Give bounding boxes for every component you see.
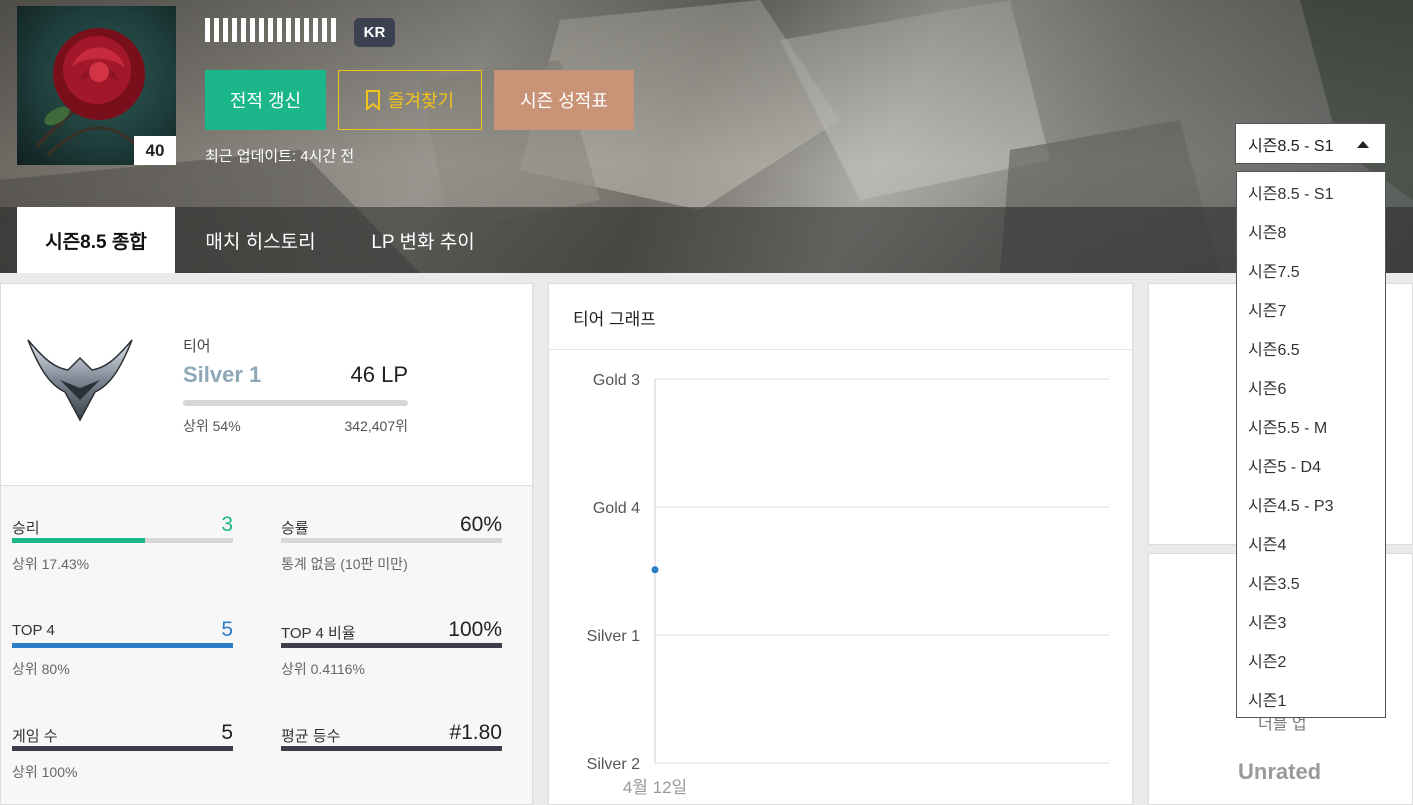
season-option[interactable]: 시즌8.5 - S1 (1237, 172, 1385, 211)
silver-tier-emblem (27, 339, 133, 422)
stat-value: 100% (448, 618, 502, 641)
tier-rank: 342,407위 (344, 418, 409, 434)
season-select[interactable]: 시즌8.5 - S1 (1235, 123, 1386, 164)
summoner-name-redacted (205, 17, 336, 43)
tab-season-summary[interactable]: 시즌8.5 종합 (17, 207, 175, 273)
stat-bar (12, 538, 233, 543)
stat-bar (12, 746, 233, 751)
region-badge: KR (354, 18, 395, 47)
stat-label: 승률 (281, 520, 309, 537)
favorite-button[interactable]: 즐겨찾기 (338, 70, 482, 130)
season-option[interactable]: 시즌3.5 (1237, 562, 1385, 601)
stat-bar (12, 643, 233, 648)
bookmark-icon (365, 90, 380, 110)
season-option[interactable]: 시즌2 (1237, 640, 1385, 679)
season-option[interactable]: 시즌5 - D4 (1237, 445, 1385, 484)
season-option[interactable]: 시즌1 (1237, 679, 1385, 718)
season-option[interactable]: 시즌7 (1237, 289, 1385, 328)
profile-icon: 40 (17, 6, 176, 165)
tier-name: Silver 1 (183, 362, 262, 387)
renew-button[interactable]: 전적 갱신 (205, 70, 326, 130)
y-tick-label: Silver 2 (587, 756, 640, 773)
season-select-value: 시즌8.5 - S1 (1248, 137, 1334, 155)
y-tick-label: Gold 3 (593, 372, 640, 389)
stat-bar-fill (12, 538, 145, 543)
season-option[interactable]: 시즌4.5 - P3 (1237, 484, 1385, 523)
stat-value: 5 (221, 618, 233, 641)
season-option[interactable]: 시즌6 (1237, 367, 1385, 406)
stat-value: 3 (221, 513, 233, 536)
season-option[interactable]: 시즌3 (1237, 601, 1385, 640)
stat-label: TOP 4 (12, 622, 55, 639)
double-up-rating: Unrated (1238, 759, 1322, 784)
season-dropdown-list: 시즌8.5 - S1 시즌8 시즌7.5 시즌7 시즌6.5 시즌6 시즌5.5 - M 시즌… (1236, 171, 1386, 718)
stat-bar-fill (281, 746, 502, 751)
season-option[interactable]: 시즌7.5 (1237, 250, 1385, 289)
tier-graph-title: 티어 그래프 (573, 310, 656, 329)
season-option[interactable]: 시즌8 (1237, 211, 1385, 250)
stat-label: 평균 등수 (281, 728, 341, 745)
tier-graph: Gold 3 Gold 4 Silver 1 Silver 2 4월 12일 (587, 372, 1110, 797)
stat-label: 게임 수 (12, 728, 58, 745)
stat-value: #1.80 (449, 721, 502, 744)
level-badge: 40 (134, 136, 176, 165)
stat-sub: 상위 0.4116% (281, 661, 365, 677)
stat-bar (281, 643, 502, 648)
stat-bar-fill (12, 746, 233, 751)
data-point (651, 566, 659, 574)
stat-bar-fill (12, 643, 233, 648)
season-option[interactable]: 시즌4 (1237, 523, 1385, 562)
stat-label: TOP 4 비율 (281, 625, 356, 642)
tier-top-percent: 상위 54% (183, 418, 241, 434)
favorite-button-label: 즐겨찾기 (387, 91, 455, 111)
stat-bar (281, 538, 502, 543)
tier-label: 티어 (183, 338, 211, 355)
stat-sub: 상위 17.43% (12, 556, 90, 572)
stat-value: 5 (221, 721, 233, 744)
season-report-button[interactable]: 시즌 성적표 (494, 70, 634, 130)
last-updated: 최근 업데이트: 4시간 전 (205, 148, 355, 165)
tier-progress-bar (183, 400, 408, 406)
stat-sub: 통계 없음 (10판 미만) (281, 556, 408, 572)
stat-sub: 상위 100% (12, 764, 78, 780)
season-option[interactable]: 시즌5.5 - M (1237, 406, 1385, 445)
stat-bar (281, 746, 502, 751)
stat-sub: 상위 80% (12, 661, 70, 677)
stat-bar-fill (281, 643, 502, 648)
caret-up-icon (1357, 141, 1369, 148)
tab-match-history[interactable]: 매치 히스토리 (183, 207, 338, 273)
season-option[interactable]: 시즌6.5 (1237, 328, 1385, 367)
stat-label: 승리 (12, 520, 40, 537)
x-tick-label: 4월 12일 (623, 778, 687, 797)
tab-lp-trend[interactable]: LP 변화 추이 (344, 207, 502, 273)
y-tick-label: Gold 4 (593, 500, 640, 517)
stat-value: 60% (459, 513, 502, 536)
tier-lp: 46 LP (350, 362, 409, 387)
y-tick-label: Silver 1 (587, 628, 640, 645)
